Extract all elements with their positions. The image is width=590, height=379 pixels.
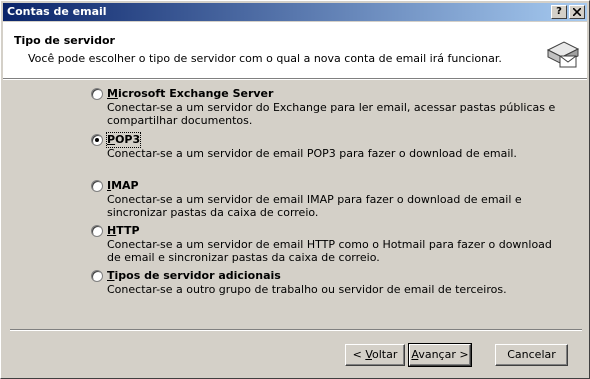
email-server-icon bbox=[546, 41, 580, 68]
option-pop3-description: Conectar-se a um servidor de email POP3 … bbox=[107, 147, 517, 160]
title-bar[interactable]: Contas de email ? bbox=[3, 3, 587, 21]
option-exchange-description: Conectar-se a um servidor do Exchange pa… bbox=[107, 101, 556, 127]
email-accounts-dialog: Contas de email ? Tipo de servidor Você … bbox=[0, 0, 590, 379]
page-subtitle: Você pode escolher o tipo de servidor co… bbox=[28, 52, 502, 65]
page-title: Tipo de servidor bbox=[14, 34, 115, 47]
option-additional-description: Conectar-se a outro grupo de trabalho ou… bbox=[107, 283, 507, 296]
window-title: Contas de email bbox=[7, 5, 107, 18]
option-http-label[interactable]: HTTP bbox=[107, 224, 140, 238]
help-button[interactable]: ? bbox=[551, 5, 567, 19]
option-pop3-label[interactable]: POP3 bbox=[105, 132, 142, 148]
radio-selected-dot bbox=[95, 138, 99, 142]
radio-additional[interactable] bbox=[91, 270, 103, 282]
wizard-header: Tipo de servidor Você pode escolher o ti… bbox=[3, 22, 587, 78]
header-divider bbox=[3, 78, 587, 80]
back-button[interactable]: < Voltar bbox=[345, 344, 405, 366]
option-exchange-label[interactable]: Microsoft Exchange Server bbox=[107, 87, 273, 101]
radio-imap[interactable] bbox=[91, 180, 103, 192]
option-http-description: Conectar-se a um servidor de email HTTP … bbox=[107, 238, 552, 264]
radio-http[interactable] bbox=[91, 225, 103, 237]
next-button[interactable]: Avançar > bbox=[408, 343, 472, 367]
radio-pop3[interactable] bbox=[91, 134, 103, 146]
close-button[interactable] bbox=[569, 5, 585, 19]
cancel-button[interactable]: Cancelar bbox=[495, 344, 568, 366]
option-imap-description: Conectar-se a um servidor de email IMAP … bbox=[107, 193, 522, 219]
close-icon bbox=[572, 7, 582, 17]
option-imap-label[interactable]: IMAP bbox=[107, 179, 139, 193]
radio-exchange[interactable] bbox=[91, 88, 103, 100]
footer-divider bbox=[10, 329, 582, 331]
option-additional-label[interactable]: Tipos de servidor adicionais bbox=[107, 269, 281, 283]
